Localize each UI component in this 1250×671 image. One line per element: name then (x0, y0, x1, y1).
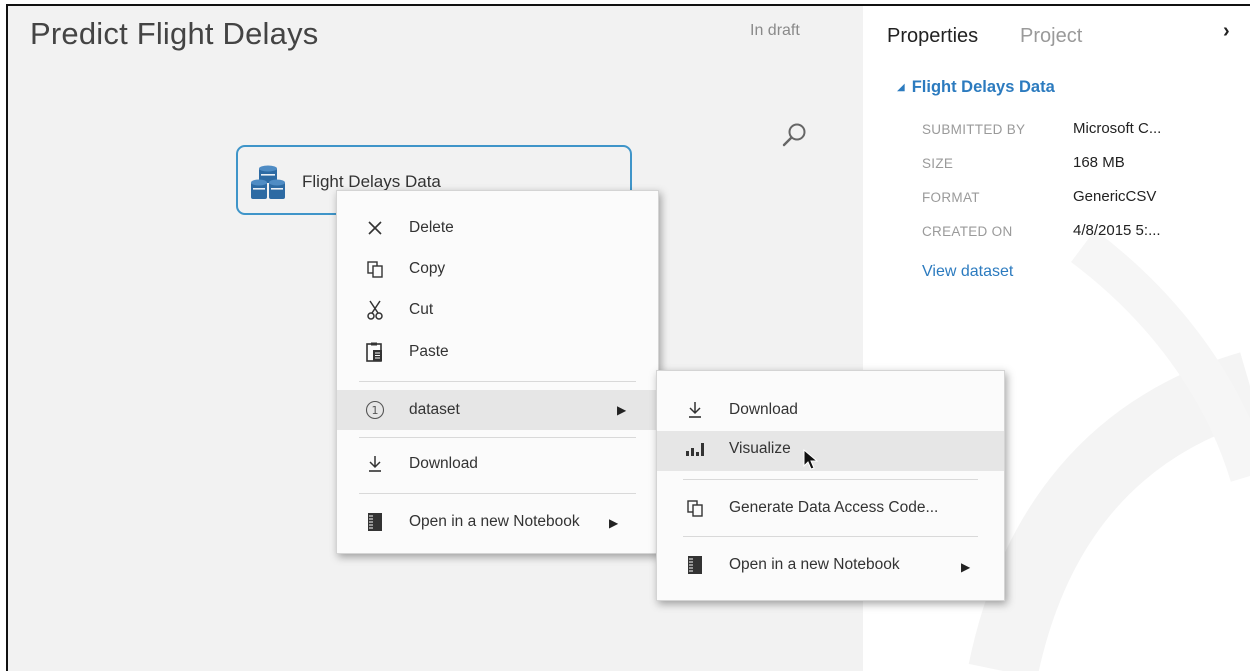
submenu-item-visualize[interactable]: Visualize (657, 431, 1004, 471)
tab-project[interactable]: Project (1020, 25, 1082, 48)
copy-icon (365, 259, 385, 279)
properties-section-header[interactable]: ◢ Flight Delays Data (897, 78, 1055, 97)
submenu-arrow-icon: ▶ (609, 516, 619, 530)
menu-divider (359, 493, 636, 494)
database-icon (251, 165, 285, 199)
menu-divider (683, 479, 978, 480)
menu-item-label: Download (409, 455, 478, 472)
submenu-item-generate-code[interactable]: Generate Data Access Code... (657, 490, 1004, 526)
property-key: SIZE (922, 156, 954, 171)
notebook-icon (685, 555, 705, 575)
menu-item-label: Paste (409, 343, 449, 360)
collapse-panel-chevron-icon[interactable]: › (1223, 20, 1230, 43)
download-icon (365, 454, 385, 474)
mouse-cursor-icon (803, 449, 819, 470)
property-value: Microsoft C... (1073, 120, 1162, 137)
search-icon[interactable] (780, 120, 810, 150)
experiment-status: In draft (750, 22, 800, 39)
output-port-1-icon: 1 (365, 400, 385, 420)
menu-item-label: Cut (409, 301, 434, 318)
submenu-item-label: Generate Data Access Code... (729, 499, 939, 516)
menu-item-label: Delete (409, 219, 454, 236)
menu-item-open-notebook[interactable]: Open in a new Notebook ▶ (337, 504, 658, 540)
menu-item-label: Open in a new Notebook (409, 513, 580, 530)
menu-item-dataset[interactable]: 1 dataset ▶ (337, 390, 658, 430)
submenu-item-open-notebook[interactable]: Open in a new Notebook ▶ (657, 547, 1004, 583)
experiment-title: Predict Flight Delays (30, 16, 319, 51)
bar-chart-icon (685, 439, 705, 459)
menu-item-download[interactable]: Download (337, 446, 658, 482)
property-value: 168 MB (1073, 154, 1125, 171)
port-number: 1 (372, 404, 379, 417)
delete-x-icon (365, 218, 385, 238)
module-label: Flight Delays Data (302, 172, 441, 191)
tab-properties[interactable]: Properties (887, 25, 978, 48)
property-value: 4/8/2015 5:... (1073, 222, 1161, 239)
submenu-item-label: Visualize (729, 440, 791, 457)
scissors-icon (365, 300, 385, 320)
property-key: SUBMITTED BY (922, 122, 1026, 137)
submenu-arrow-icon: ▶ (961, 560, 971, 574)
property-key: CREATED ON (922, 224, 1013, 239)
context-menu: Delete Copy Cut Paste 1 dataset ▶ Downlo… (336, 190, 659, 554)
menu-item-label: Copy (409, 260, 446, 277)
submenu-item-download[interactable]: Download (657, 392, 1004, 428)
expand-triangle-icon: ◢ (897, 82, 905, 93)
view-dataset-link[interactable]: View dataset (922, 263, 1013, 281)
menu-divider (683, 536, 978, 537)
copy-icon (685, 498, 705, 518)
menu-item-delete[interactable]: Delete (337, 210, 658, 246)
section-title: Flight Delays Data (911, 78, 1055, 96)
submenu-item-label: Download (729, 401, 798, 418)
paste-icon (365, 342, 385, 362)
menu-divider (359, 437, 636, 438)
notebook-icon (365, 512, 385, 532)
menu-divider (359, 381, 636, 382)
dataset-submenu: Download Visualize Generate Data Access … (656, 370, 1005, 601)
download-icon (685, 400, 705, 420)
submenu-arrow-icon: ▶ (617, 403, 627, 417)
property-value: GenericCSV (1073, 188, 1157, 205)
property-key: FORMAT (922, 190, 980, 205)
menu-item-paste[interactable]: Paste (337, 334, 658, 370)
submenu-item-label: Open in a new Notebook (729, 556, 900, 573)
menu-item-cut[interactable]: Cut (337, 292, 658, 328)
menu-item-label: dataset (409, 401, 460, 418)
menu-item-copy[interactable]: Copy (337, 251, 658, 287)
app-window: Predict Flight Delays In draft Flight De… (6, 4, 1250, 671)
